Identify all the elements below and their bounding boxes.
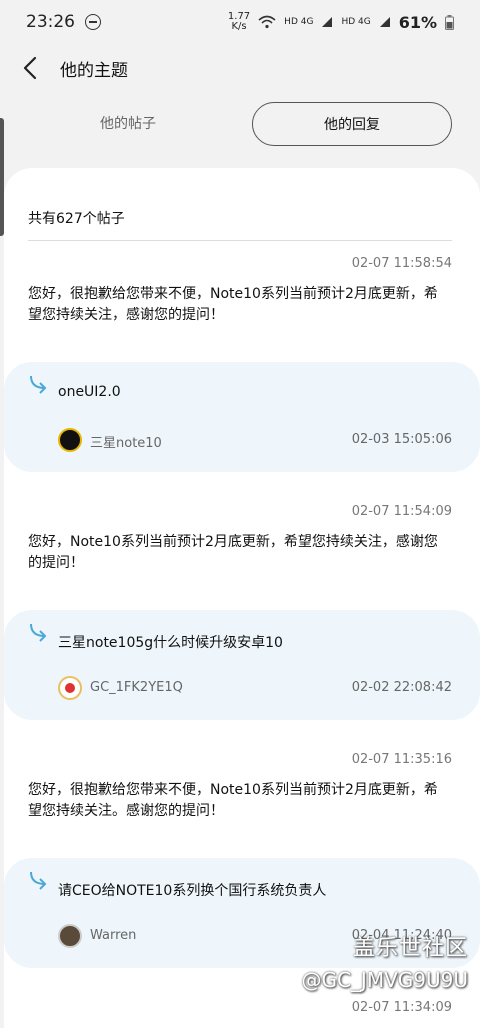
sim2-signal: HD 4G — [341, 17, 371, 27]
quoted-post-time: 02-03 15:05:06 — [351, 432, 452, 447]
header: 他的主题 — [0, 44, 480, 92]
avatar[interactable] — [58, 924, 82, 948]
tab-replies[interactable]: 他的回复 — [252, 102, 452, 146]
divider — [28, 240, 452, 241]
quoted-post[interactable]: 三星note105g什么时候升级安卓10 GC_1FK2YE1Q 02-02 2… — [4, 610, 480, 720]
curved-arrow-icon — [30, 871, 47, 890]
tab-bar: 他的帖子 他的回复 — [0, 100, 480, 148]
net-speed: 1.77 K/s — [228, 12, 250, 32]
curved-arrow-icon — [30, 375, 47, 394]
reply-text: 您好，很抱歉给您带来不便，Note10系列当前预计2月底更新，希望您持续关注，感… — [28, 286, 438, 323]
watermark-user: @GC_JMVG9U9U — [301, 968, 468, 992]
back-button[interactable] — [0, 44, 60, 92]
do-not-disturb-icon — [85, 14, 101, 30]
reply-text: 您好，很抱歉给您带来不便，Note10系列当前预计2月底更新，希望您持续关注。感… — [28, 782, 438, 819]
sim1-signal: HD 4G — [284, 17, 314, 27]
reply-list-card: 共有627个帖子 02-07 11:58:54 您好，很抱歉给您带来不便，Not… — [4, 168, 480, 1028]
post-count: 共有627个帖子 — [28, 211, 125, 227]
quoted-post-time: 02-02 22:08:42 — [351, 680, 452, 695]
avatar[interactable] — [58, 676, 82, 700]
avatar[interactable] — [58, 428, 82, 452]
watermark-brand: 盖乐世社区 — [352, 936, 468, 961]
wifi-icon — [258, 15, 276, 29]
chevron-left-icon — [23, 56, 37, 80]
signal-icon — [322, 17, 333, 27]
reply-time: 02-07 11:58:54 — [351, 256, 452, 271]
quoted-post-user[interactable]: GC_1FK2YE1Q — [90, 680, 183, 695]
status-time: 23:26 — [26, 12, 75, 32]
status-bar: 23:26 1.77 K/s HD 4G HD 4G 61% — [0, 0, 480, 44]
battery-percent: 61% — [398, 12, 437, 32]
battery-icon — [445, 14, 454, 30]
quoted-post-user[interactable]: Warren — [90, 928, 136, 943]
tab-posts[interactable]: 他的帖子 — [8, 102, 248, 144]
reply-text: 您好，Note10系列当前预计2月底更新，希望您持续关注，感谢您的提问！ — [28, 534, 438, 571]
page-title: 他的主题 — [60, 60, 128, 81]
net-speed-unit: K/s — [231, 21, 247, 32]
quoted-post-title: 请CEO给NOTE10系列换个国行系统负责人 — [58, 883, 327, 899]
quoted-post[interactable]: oneUI2.0 三星note10 02-03 15:05:06 — [4, 362, 480, 472]
reply-time: 02-07 11:54:09 — [351, 504, 452, 519]
quoted-post-title: oneUI2.0 — [58, 384, 121, 400]
reply-time: 02-07 11:35:16 — [351, 752, 452, 767]
quoted-post-title: 三星note105g什么时候升级安卓10 — [58, 635, 283, 651]
curved-arrow-icon — [30, 623, 47, 642]
signal-icon — [379, 17, 390, 27]
quoted-post-user[interactable]: 三星note10 — [90, 432, 162, 451]
